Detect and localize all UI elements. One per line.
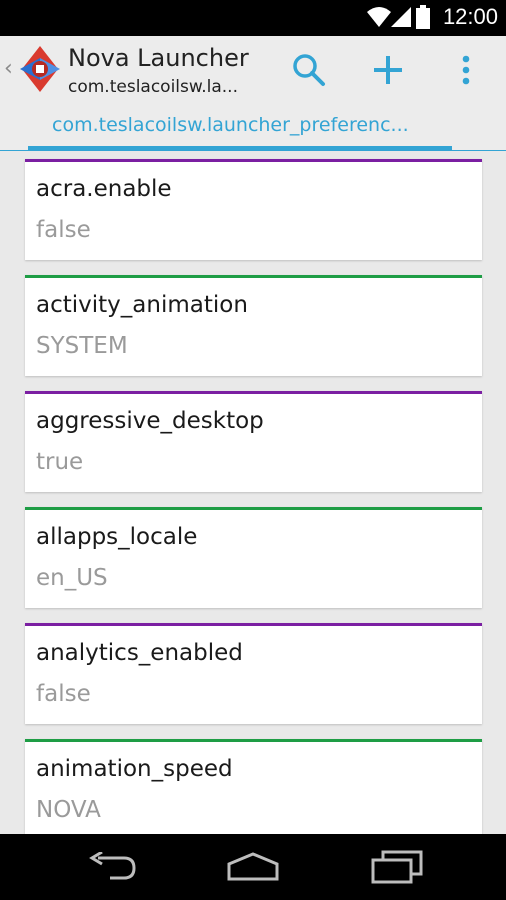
preference-card[interactable]: aggressive_desktop true [25, 391, 482, 492]
preference-card[interactable]: allapps_locale en_US [25, 507, 482, 608]
status-bar: 12:00 [0, 0, 506, 36]
preference-value: false [36, 681, 91, 707]
preference-key: aggressive_desktop [36, 408, 264, 434]
status-time: 12:00 [442, 4, 498, 29]
action-bar: ‹ Nova Launcher com.teslacoilsw.la... [0, 36, 506, 102]
preference-card[interactable]: activity_animation SYSTEM [25, 275, 482, 376]
tab-label: com.teslacoilsw.launcher_preferenc... [52, 114, 409, 136]
tab-preferences-file[interactable]: com.teslacoilsw.launcher_preferenc... [28, 102, 452, 150]
navigation-bar [0, 834, 506, 900]
add-icon[interactable] [368, 50, 408, 90]
preference-card[interactable]: analytics_enabled false [25, 623, 482, 724]
tab-strip: com.teslacoilsw.launcher_preferenc... [0, 102, 506, 151]
nova-launcher-icon[interactable] [18, 44, 62, 98]
preference-value: false [36, 217, 91, 243]
wifi-icon [367, 6, 391, 32]
app-title: Nova Launcher [68, 44, 249, 72]
home-icon[interactable] [213, 844, 293, 890]
app-subtitle: com.teslacoilsw.la... [68, 77, 238, 97]
preference-key: allapps_locale [36, 524, 198, 550]
preference-value: SYSTEM [36, 333, 128, 359]
preference-card[interactable]: acra.enable false [25, 159, 482, 260]
signal-icon [391, 6, 411, 32]
preference-card[interactable]: animation_speed NOVA [25, 739, 482, 834]
back-icon[interactable] [73, 844, 153, 890]
preference-key: animation_speed [36, 756, 233, 782]
battery-icon [416, 5, 430, 33]
preference-value: NOVA [36, 797, 101, 823]
up-caret-icon[interactable]: ‹ [4, 56, 13, 81]
recents-icon[interactable] [357, 844, 437, 890]
preference-value: en_US [36, 565, 108, 591]
overflow-menu-icon[interactable] [446, 50, 486, 90]
search-icon[interactable] [289, 50, 329, 90]
preference-value: true [36, 449, 84, 475]
preference-list[interactable]: acra.enable false activity_animation SYS… [0, 150, 506, 834]
preference-key: analytics_enabled [36, 640, 243, 666]
preference-key: acra.enable [36, 176, 172, 202]
preference-key: activity_animation [36, 292, 248, 318]
